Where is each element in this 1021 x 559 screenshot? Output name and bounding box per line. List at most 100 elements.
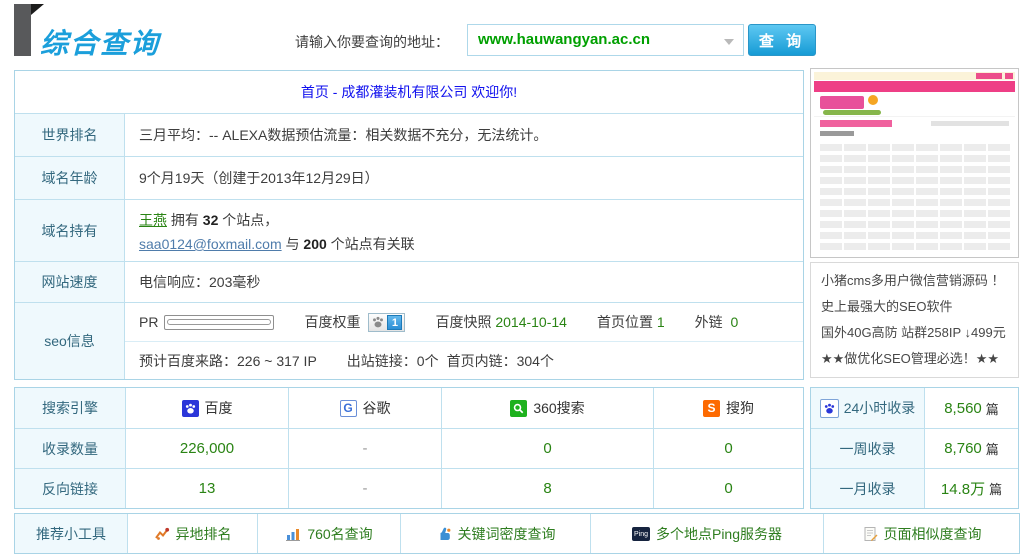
domain-age-label: 域名年龄 [15,157,125,199]
email-link[interactable]: saa0124@foxmail.com [139,236,282,252]
site-info-table: 首页 - 成都灌装机有限公司 欢迎你! 世界排名 三月平均：-- ALEXA数据… [14,70,804,380]
index-count-row: 收录数量 226,000 - 0 0 [15,428,803,468]
assoc-site-count: 200 [303,236,326,252]
thumb-topbar [814,72,1015,80]
include-24h-value[interactable]: 8,560 [944,400,982,417]
tool-label: 关键词密度查询 [458,524,556,544]
sogou-index-count[interactable]: 0 [724,440,732,457]
360-index-count[interactable]: 0 [543,440,551,457]
baidu-traffic-estimate: 预计百度来路：226 ~ 317 IP [139,351,317,371]
baidu-index-count[interactable]: 226,000 [180,440,234,457]
tools-label: 推荐小工具 [15,514,127,553]
engine-name: 百度 [205,398,233,418]
ad-link[interactable]: 国外40G高防 站群258IP ↓499元 [821,320,1008,346]
home-position-value: 1 [657,314,665,330]
domain-holder-line1: 王燕 拥有 32 个站点， [139,208,789,232]
unit-text: 篇 [989,479,1002,498]
thumb-subline [814,130,1015,139]
site-title-link[interactable]: 首页 - 成都灌装机有限公司 欢迎你! [301,84,517,100]
sogou-icon: S [703,400,720,417]
include-week-value[interactable]: 8,760 [944,440,982,457]
thumb-tag-grid [818,144,1011,251]
tool-label: 异地排名 [176,524,232,544]
include-week-label: 一周收录 [840,439,896,459]
query-button[interactable]: 查 询 [748,24,816,56]
owner-mid-text: 拥有 [167,212,203,228]
query-address-value: www.hauwangyan.ac.cn [478,31,650,48]
home-internal-links: 首页内链：304个 [447,351,554,371]
outbound-links: 出站链接：0个 [347,351,439,371]
owner-suffix-text: 个站点， [218,212,278,228]
tool-remote-rank[interactable]: 异地排名 [127,514,257,553]
google-index-count: - [363,440,368,457]
engine-360: 360搜索 [441,388,653,428]
backlink-row: 反向链接 13 - 8 0 [15,468,803,508]
baidu-include-panel: 24小时收录 8,560篇 一周收录 8,760篇 一月收录 14.8万篇 [810,387,1019,509]
ping-icon: Ping [632,527,650,541]
include-24h-label: 24小时收录 [844,398,916,418]
thumb-logo [820,96,864,109]
domain-holder-row: 域名持有 王燕 拥有 32 个站点， saa0124@foxmail.com 与… [15,199,803,261]
tool-label: 760名查询 [307,524,372,544]
ad-text-box: 小猪cms多用户微信营销源码 ！ 史上最强大的SEO软件 国外40G高防 站群2… [810,262,1019,378]
paw-icon [371,315,385,329]
seo-line1: PR 百度权重 1 百度快照 2014-10-14 [125,303,803,341]
assoc-prefix-text: 与 [282,236,304,252]
include-week-row: 一周收录 8,760篇 [811,428,1018,468]
thumb-title-row [814,116,1015,130]
tool-label: 多个地点Ping服务器 [656,524,782,544]
domain-age-value: 9个月19天（创建于2013年12月29日） [125,157,803,199]
ribbon-decoration [14,4,31,56]
include-month-label: 一月收录 [840,479,896,499]
engine-baidu: 百度 [125,388,288,428]
thumb-logo-row [814,92,1015,116]
site-title-row: 首页 - 成都灌装机有限公司 欢迎你! [15,71,803,113]
sogou-backlinks[interactable]: 0 [724,480,732,497]
site-speed-row: 网站速度 电信响应：203毫秒 [15,261,803,302]
baidu-backlinks[interactable]: 13 [199,480,216,497]
unit-text: 篇 [986,439,999,458]
tool-multi-ping[interactable]: Ping 多个地点Ping服务器 [590,514,823,553]
include-month-value[interactable]: 14.8万 [941,478,985,499]
remote-rank-icon [154,526,170,542]
query-address-select[interactable]: www.hauwangyan.ac.cn [467,24,744,56]
ad-link[interactable]: 小猪cms多用户微信营销源码 ！ [821,268,1008,294]
tool-keyword-density[interactable]: 关键词密度查询 [400,514,590,553]
recommended-tools-bar: 推荐小工具 异地排名 760名查询 关键词密度查询 Ping 多个地点Ping服… [14,513,1020,554]
bar-chart-icon [285,526,301,542]
world-rank-label: 世界排名 [15,114,125,156]
site-thumbnail-ad[interactable] [810,68,1019,258]
include-month-row: 一月收录 14.8万篇 [811,468,1018,508]
thumb-green-strip [823,110,881,115]
tool-page-similarity[interactable]: 页面相似度查询 [823,514,1019,553]
engine-header-row: 搜索引擎 百度 G 谷歌 360搜索 S 搜狗 [15,388,803,428]
360-search-icon [510,400,527,417]
baidu-icon [182,400,199,417]
engine-google: G 谷歌 [288,388,441,428]
owner-link[interactable]: 王燕 [139,212,167,228]
baidu-snapshot-date[interactable]: 2014-10-14 [495,314,567,330]
page-icon [862,526,878,542]
hand-icon [436,526,452,542]
baidu-paw-icon [820,399,839,418]
backlink-label: 外链 [695,314,723,330]
baidu-weight-value: 1 [387,315,402,330]
engine-name: 360搜索 [533,398,584,418]
360-backlinks[interactable]: 8 [543,480,551,497]
thumb-logo-burst [868,95,878,105]
google-icon: G [340,400,357,417]
site-speed-value: 电信响应：203毫秒 [125,262,803,302]
baidu-snapshot-label: 百度快照 [435,312,491,332]
domain-holder-line2: saa0124@foxmail.com 与 200 个站点有关联 [139,232,789,256]
tool-760-rank[interactable]: 760名查询 [257,514,400,553]
assoc-suffix-text: 个站点有关联 [327,236,415,252]
chevron-down-icon[interactable] [724,39,734,45]
ad-link[interactable]: 史上最强大的SEO软件 [821,294,1008,320]
home-position-label: 首页位置 [597,312,653,332]
baidu-weight-badge[interactable]: 1 [368,313,405,332]
tool-label: 页面相似度查询 [884,524,982,544]
search-engine-table: 搜索引擎 百度 G 谷歌 360搜索 S 搜狗 收录数量 226,000 - 0 [14,387,804,509]
ad-link[interactable]: ★★做优化SEO管理必选！★★ [821,346,1008,372]
page-title: 综合查询 [40,22,160,62]
include-24h-row: 24小时收录 8,560篇 [811,388,1018,428]
